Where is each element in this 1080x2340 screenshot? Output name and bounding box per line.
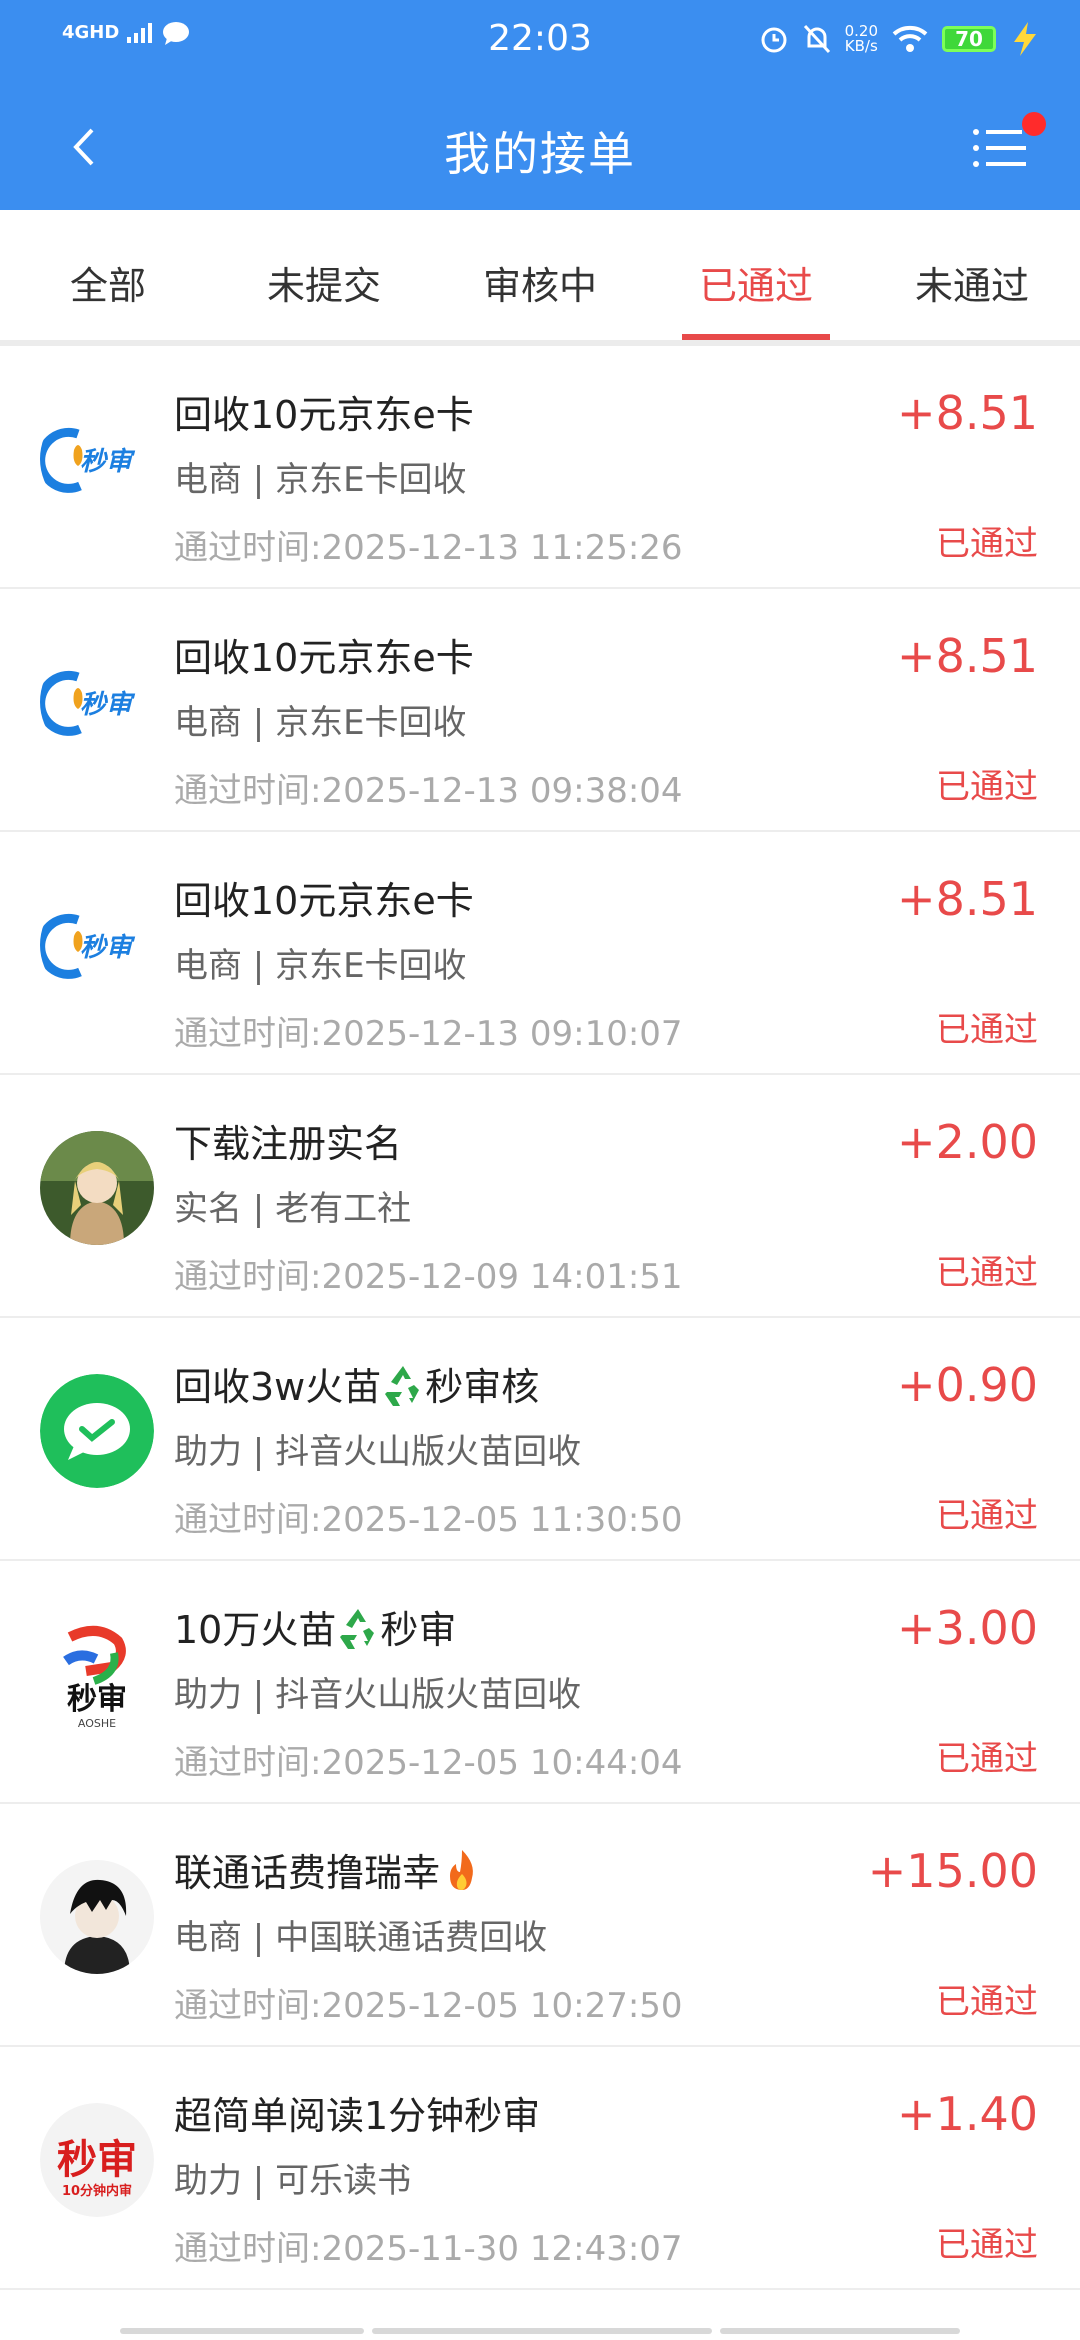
order-amount: +8.51 xyxy=(897,872,1038,926)
list-item[interactable]: 联通话费撸瑞幸 电商 | 中国联通话费回收 通过时间:2025-12-05 10… xyxy=(0,1804,1080,2047)
order-amount: +15.00 xyxy=(867,1844,1038,1898)
tab-rejected[interactable]: 未通过 xyxy=(864,210,1080,340)
active-tab-indicator xyxy=(682,334,830,340)
order-amount: +1.40 xyxy=(897,2087,1038,2141)
speed-unit: KB/s xyxy=(844,37,878,55)
charging-icon xyxy=(1014,22,1036,56)
order-amount: +3.00 xyxy=(897,1601,1038,1655)
order-status: 已通过 xyxy=(936,1739,1038,1779)
order-time: 通过时间:2025-12-05 10:27:50 xyxy=(174,1986,683,2026)
order-title: 超简单阅读1分钟秒审 xyxy=(174,2094,541,2138)
order-status: 已通过 xyxy=(936,524,1038,564)
list-item[interactable]: 秒审 回收10元京东e卡 电商 | 京东E卡回收 通过时间:2025-12-13… xyxy=(0,589,1080,832)
dark-avatar xyxy=(40,1860,154,1974)
order-status: 已通过 xyxy=(936,1010,1038,1050)
order-title: 回收3w火苗 秒审核 xyxy=(174,1356,539,1411)
green-check-logo xyxy=(40,1374,154,1488)
fire-icon xyxy=(450,1850,473,1890)
order-status: 已通过 xyxy=(936,2225,1038,2265)
order-title-text: 联通话费撸瑞幸 xyxy=(174,1851,441,1895)
status-tabs: 全部 未提交 审核中 已通过 未通过 xyxy=(0,210,1080,346)
list-bottom-edge xyxy=(120,2328,960,2334)
svg-text:秒审: 秒审 xyxy=(57,2136,137,2183)
alarm-icon xyxy=(761,27,787,53)
order-amount: +8.51 xyxy=(897,629,1038,683)
order-time: 通过时间:2025-12-05 11:30:50 xyxy=(174,1500,683,1540)
order-list: 秒审 回收10元京东e卡 电商 | 京东E卡回收 通过时间:2025-12-13… xyxy=(0,346,1080,2290)
order-category: 电商 | 京东E卡回收 xyxy=(174,946,467,986)
order-time: 通过时间:2025-12-13 11:25:26 xyxy=(174,528,683,568)
list-item[interactable]: 秒审 回收10元京东e卡 电商 | 京东E卡回收 通过时间:2025-12-13… xyxy=(0,346,1080,589)
recycle-icon xyxy=(340,1609,375,1649)
list-item[interactable]: 秒审 AOSHE 10万火苗 秒审 助力 | 抖音火山版火苗回收 通过时间:20… xyxy=(0,1561,1080,1804)
wifi-icon xyxy=(892,25,928,52)
recycle-icon xyxy=(385,1366,420,1406)
order-status: 已通过 xyxy=(936,767,1038,807)
miaoshen-logo: 秒审 xyxy=(40,645,154,759)
order-amount: +2.00 xyxy=(897,1115,1038,1169)
tab-reviewing[interactable]: 审核中 xyxy=(432,210,648,340)
order-category: 实名 | 老有工社 xyxy=(174,1189,412,1229)
order-category: 助力 | 可乐读书 xyxy=(174,2161,412,2201)
list-item[interactable]: 秒审 回收10元京东e卡 电商 | 京东E卡回收 通过时间:2025-12-13… xyxy=(0,832,1080,1075)
order-category: 电商 | 京东E卡回收 xyxy=(174,703,467,743)
order-title-text: 10万火苗 xyxy=(174,1608,337,1652)
order-status: 已通过 xyxy=(936,1496,1038,1536)
svg-text:10分钟内审: 10分钟内审 xyxy=(62,2183,132,2199)
order-status: 已通过 xyxy=(936,1982,1038,2022)
list-item[interactable]: 秒审 10分钟内审 超简单阅读1分钟秒审 助力 | 可乐读书 通过时间:2025… xyxy=(0,2047,1080,2290)
order-time: 通过时间:2025-12-13 09:38:04 xyxy=(174,771,683,811)
tab-approved[interactable]: 已通过 xyxy=(648,210,864,340)
order-time: 通过时间:2025-12-05 10:44:04 xyxy=(174,1743,683,1783)
list-item[interactable]: 下载注册实名 实名 | 老有工社 通过时间:2025-12-09 14:01:5… xyxy=(0,1075,1080,1318)
svg-text:AOSHE: AOSHE xyxy=(78,1717,116,1730)
order-status: 已通过 xyxy=(936,1253,1038,1293)
svg-text:秒审: 秒审 xyxy=(80,690,136,720)
order-title-suffix: 秒审 xyxy=(380,1608,457,1652)
order-category: 助力 | 抖音火山版火苗回收 xyxy=(174,1675,582,1715)
miaoshen-9-logo: 秒审 AOSHE xyxy=(40,1617,154,1731)
order-title: 联通话费撸瑞幸 xyxy=(174,1842,484,1897)
battery-indicator: 70 xyxy=(942,26,996,52)
app-header: 我的接单 xyxy=(0,82,1080,210)
order-time: 通过时间:2025-12-13 09:10:07 xyxy=(174,1014,683,1054)
order-amount: +8.51 xyxy=(897,386,1038,440)
order-title: 回收10元京东e卡 xyxy=(174,393,474,437)
order-time: 通过时间:2025-12-09 14:01:51 xyxy=(174,1257,683,1297)
order-title: 回收10元京东e卡 xyxy=(174,879,474,923)
menu-button[interactable] xyxy=(966,112,1046,178)
page-title: 我的接单 xyxy=(444,127,636,181)
list-item[interactable]: 回收3w火苗 秒审核 助力 | 抖音火山版火苗回收 通过时间:2025-12-0… xyxy=(0,1318,1080,1561)
miaoshen-logo: 秒审 xyxy=(40,402,154,516)
order-category: 电商 | 京东E卡回收 xyxy=(174,460,467,500)
svg-text:秒审: 秒审 xyxy=(80,447,136,477)
order-time: 通过时间:2025-11-30 12:43:07 xyxy=(174,2229,683,2269)
order-title: 回收10元京东e卡 xyxy=(174,636,474,680)
tab-unsubmitted[interactable]: 未提交 xyxy=(216,210,432,340)
miaoshen-red-logo: 秒审 10分钟内审 xyxy=(40,2103,154,2217)
anime-avatar xyxy=(40,1131,154,1245)
mute-icon xyxy=(803,24,830,54)
order-title-suffix: 秒审核 xyxy=(425,1365,540,1409)
tab-all[interactable]: 全部 xyxy=(0,210,216,340)
order-title: 10万火苗 秒审 xyxy=(174,1599,456,1654)
order-amount: +0.90 xyxy=(897,1358,1038,1412)
status-right: 0.20 KB/s 70 xyxy=(759,22,1040,56)
notification-dot xyxy=(1022,112,1046,136)
order-category: 电商 | 中国联通话费回收 xyxy=(174,1918,548,1958)
svg-text:秒审: 秒审 xyxy=(67,1682,127,1717)
order-title-text: 回收3w火苗 xyxy=(174,1365,382,1409)
network-speed: 0.20 KB/s xyxy=(845,24,878,54)
miaoshen-logo: 秒审 xyxy=(40,888,154,1002)
order-title: 下载注册实名 xyxy=(174,1122,403,1166)
svg-text:秒审: 秒审 xyxy=(80,933,136,963)
order-category: 助力 | 抖音火山版火苗回收 xyxy=(174,1432,582,1472)
status-bar: 4GHD 22:03 0.20 KB/s 70 xyxy=(0,0,1080,82)
